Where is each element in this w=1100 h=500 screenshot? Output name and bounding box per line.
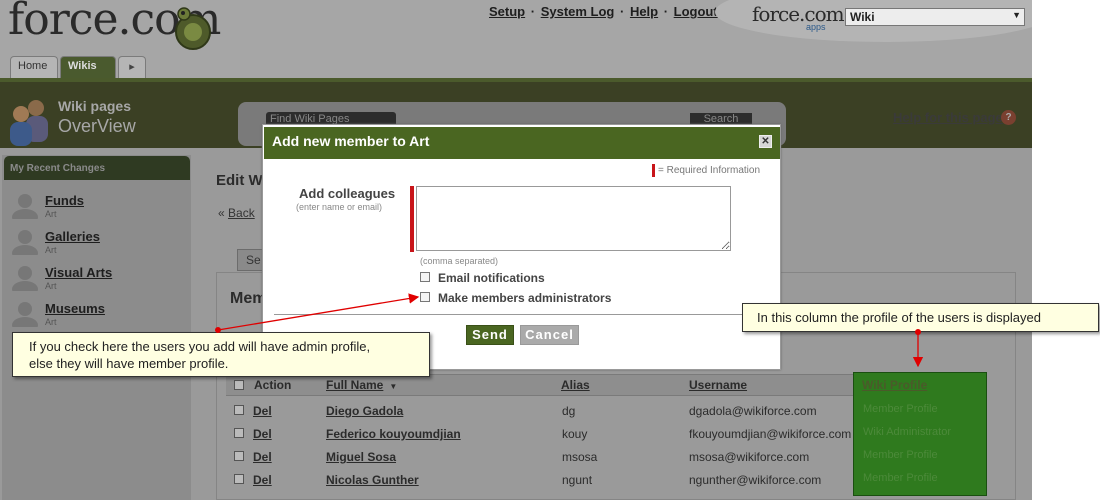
wiki-profile-value: Member Profile xyxy=(863,449,938,461)
member-alias: ngunt xyxy=(562,473,593,487)
close-icon[interactable]: ✕ xyxy=(759,135,772,148)
avatar-icon xyxy=(12,266,38,291)
column-header-action: Action xyxy=(254,378,292,392)
sidebar-item[interactable]: Galleries Art xyxy=(10,229,180,265)
wiki-profile-value: Member Profile xyxy=(863,403,938,415)
band-title-small: Wiki pages xyxy=(58,98,132,114)
add-colleagues-label: Add colleagues xyxy=(299,186,396,201)
dialog-title: Add new member to Art xyxy=(264,127,780,159)
avatar-icon xyxy=(12,194,38,219)
member-name-link[interactable]: Diego Gadola xyxy=(326,404,403,418)
column-header-full-name[interactable]: Full Name ▼ xyxy=(326,378,397,392)
member-username: fkouyoumdjian@wikiforce.com xyxy=(689,427,852,441)
member-username: dgadola@wikiforce.com xyxy=(689,404,817,418)
members-panel-title: Mem xyxy=(230,290,267,307)
add-colleagues-hint: (enter name or email) xyxy=(296,202,383,212)
apps-logo-sub: apps xyxy=(806,22,826,32)
band-title-large: OverView xyxy=(58,116,136,136)
top-links: Setup · System Log · Help · Logout xyxy=(489,4,718,19)
wiki-profile-value: Member Profile xyxy=(863,472,938,484)
required-indicator xyxy=(652,164,655,177)
wiki-profile-value: Wiki Administrator xyxy=(863,426,952,438)
member-name-link[interactable]: Miguel Sosa xyxy=(326,450,396,464)
sidebar-heading: My Recent Changes xyxy=(4,156,190,180)
setup-link[interactable]: Setup xyxy=(489,4,525,19)
make-admins-label[interactable]: Make members administrators xyxy=(438,291,611,305)
required-info-legend: = Required Information xyxy=(658,165,761,176)
sidebar-item[interactable]: Visual Arts Art xyxy=(10,265,180,301)
member-alias: msosa xyxy=(562,450,598,464)
select-all-checkbox[interactable] xyxy=(234,380,244,390)
sidebar-item-title[interactable]: Galleries xyxy=(45,229,100,244)
member-username: ngunther@wikiforce.com xyxy=(689,473,822,487)
sidebar-item-title[interactable]: Visual Arts xyxy=(45,265,112,280)
colleagues-textarea[interactable] xyxy=(416,186,731,251)
member-name-link[interactable]: Federico kouyoumdjian xyxy=(326,427,461,441)
callout-line: If you check here the users you add will… xyxy=(29,339,371,354)
callout-line: else they will have member profile. xyxy=(29,356,229,371)
help-icon[interactable]: ? xyxy=(1001,110,1016,125)
help-for-page-link[interactable]: Help for this page xyxy=(893,110,1003,125)
comma-separated-note: (comma separated) xyxy=(420,256,499,266)
force-apps-logo: force.com xyxy=(752,2,845,26)
app-selector-value: Wiki xyxy=(850,10,875,24)
app-window: force.com Setup · System Log · Help · Lo… xyxy=(0,0,1032,500)
member-alias: kouy xyxy=(562,427,588,441)
cancel-button[interactable]: Cancel xyxy=(520,325,579,345)
profile-column-callout: In this column the profile of the users … xyxy=(742,303,1099,332)
sidebar-item-sub: Art xyxy=(45,245,57,255)
tab-wikis[interactable]: Wikis xyxy=(60,56,116,78)
email-notifications-checkbox[interactable] xyxy=(420,272,430,282)
page-title: Edit W xyxy=(216,172,263,189)
avatar-icon xyxy=(12,302,38,327)
wiki-people-icon xyxy=(10,100,48,146)
member-alias: dg xyxy=(562,404,576,418)
email-notifications-label[interactable]: Email notifications xyxy=(438,271,545,285)
chevron-down-icon: ▼ xyxy=(1012,10,1021,20)
system-log-link[interactable]: System Log xyxy=(541,4,615,19)
row-checkbox[interactable] xyxy=(234,451,244,461)
sidebar-item-sub: Art xyxy=(45,281,57,291)
column-header-wiki-profile[interactable]: Wiki Profile xyxy=(862,378,927,392)
app-selector-dropdown[interactable]: Wiki ▼ xyxy=(845,8,1025,26)
sidebar-item-sub: Art xyxy=(45,209,57,219)
back-link-label: Back xyxy=(228,206,255,220)
mascot-logo-icon xyxy=(175,7,211,50)
required-indicator xyxy=(410,186,414,252)
logout-link[interactable]: Logout xyxy=(674,4,718,19)
avatar-icon xyxy=(12,230,38,255)
column-header-full-name-label: Full Name xyxy=(326,378,384,392)
dialog-divider xyxy=(274,314,771,315)
help-link[interactable]: Help xyxy=(630,4,658,19)
row-checkbox[interactable] xyxy=(234,428,244,438)
delete-link[interactable]: Del xyxy=(253,427,272,441)
row-checkbox[interactable] xyxy=(234,405,244,415)
member-username: msosa@wikiforce.com xyxy=(689,450,810,464)
back-link[interactable]: « Back xyxy=(218,206,255,220)
tab-more-arrow-icon[interactable]: ▸ xyxy=(118,56,146,78)
tab-home[interactable]: Home xyxy=(10,56,58,78)
admin-checkbox-callout: If you check here the users you add will… xyxy=(12,332,430,377)
back-arrow-icon: « xyxy=(218,206,229,220)
column-header-alias[interactable]: Alias xyxy=(561,378,590,392)
sidebar-item[interactable]: Funds Art xyxy=(10,193,180,229)
sidebar-item-sub: Art xyxy=(45,317,57,327)
delete-link[interactable]: Del xyxy=(253,450,272,464)
send-button[interactable]: Send xyxy=(466,325,514,345)
delete-link[interactable]: Del xyxy=(253,404,272,418)
row-checkbox[interactable] xyxy=(234,474,244,484)
member-name-link[interactable]: Nicolas Gunther xyxy=(326,473,419,487)
sidebar-item-title[interactable]: Museums xyxy=(45,301,105,316)
delete-link[interactable]: Del xyxy=(253,473,272,487)
column-header-username[interactable]: Username xyxy=(689,378,747,392)
make-admins-checkbox[interactable] xyxy=(420,292,430,302)
sidebar-item-title[interactable]: Funds xyxy=(45,193,84,208)
sort-down-icon: ▼ xyxy=(389,382,398,391)
